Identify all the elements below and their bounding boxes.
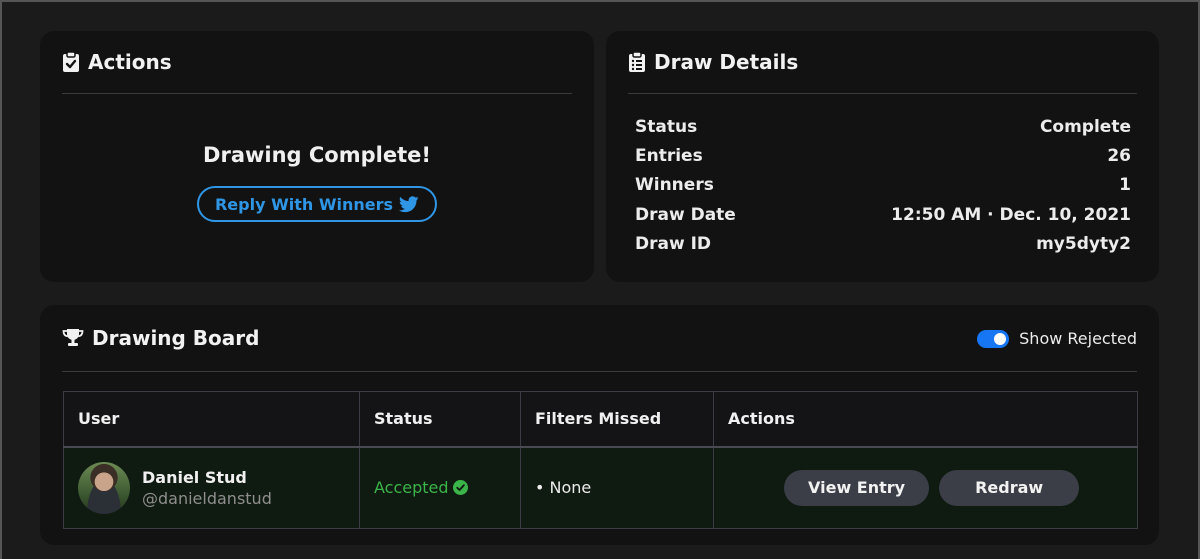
column-header-actions: Actions: [713, 391, 1138, 448]
reply-with-winners-button[interactable]: Reply With Winners: [197, 186, 437, 222]
user-cell: Daniel Stud @danieldanstud: [63, 446, 360, 529]
drawing-complete-message: Drawing Complete!: [203, 143, 431, 167]
detail-row-winners: Winners 1: [635, 173, 1131, 197]
detail-value: 26: [1107, 146, 1131, 166]
column-header-user: User: [63, 391, 360, 448]
show-rejected-label: Show Rejected: [1019, 329, 1137, 348]
detail-row-draw-id: Draw ID my5dyty2: [635, 232, 1131, 256]
table-row: Daniel Stud @danieldanstud Accepted • No…: [63, 446, 1138, 529]
detail-label: Draw Date: [635, 205, 736, 225]
details-title: Draw Details: [654, 50, 799, 74]
board-title: Drawing Board: [92, 326, 260, 350]
actions-header: Actions: [62, 31, 572, 94]
column-header-status: Status: [359, 391, 521, 448]
detail-label: Status: [635, 117, 698, 137]
show-rejected-control: Show Rejected: [977, 329, 1137, 348]
actions-title: Actions: [88, 50, 172, 74]
filters-missed-cell: • None: [520, 446, 714, 529]
detail-row-draw-date: Draw Date 12:50 AM · Dec. 10, 2021: [635, 203, 1131, 227]
trophy-icon: [62, 328, 84, 348]
status-badge: Accepted: [374, 478, 520, 497]
status-cell: Accepted: [359, 446, 521, 529]
user-name: Daniel Stud: [142, 467, 247, 487]
board-header: Drawing Board: [62, 305, 1137, 372]
detail-value: Complete: [1039, 117, 1131, 137]
column-header-filters-missed: Filters Missed: [520, 391, 714, 448]
avatar[interactable]: [78, 461, 130, 514]
clipboard-list-icon: [628, 51, 646, 73]
view-entry-button[interactable]: View Entry: [784, 469, 930, 506]
actions-cell: View Entry Redraw: [713, 446, 1138, 529]
detail-row-entries: Entries 26: [635, 144, 1131, 168]
detail-row-status: Status Complete: [635, 115, 1131, 139]
draw-details-card: Draw Details Status Complete Entries 26 …: [606, 31, 1159, 282]
status-text: Accepted: [374, 478, 449, 498]
detail-value: my5dyty2: [1036, 234, 1131, 254]
check-circle-icon: [452, 480, 468, 496]
drawing-board-card: Drawing Board Show Rejected User Status …: [40, 305, 1159, 545]
redraw-button[interactable]: Redraw: [939, 469, 1080, 506]
detail-label: Entries: [635, 146, 703, 166]
twitter-icon: [399, 195, 419, 213]
detail-label: Draw ID: [635, 234, 712, 254]
clipboard-check-icon: [62, 51, 80, 73]
actions-card: Actions Drawing Complete! Reply With Win…: [40, 31, 594, 282]
detail-label: Winners: [635, 175, 714, 195]
details-header: Draw Details: [628, 31, 1137, 94]
table-header-row: User Status Filters Missed Actions: [63, 391, 1138, 448]
user-handle[interactable]: @danieldanstud: [142, 489, 272, 508]
drawing-board-table: User Status Filters Missed Actions Danie…: [63, 391, 1138, 529]
reply-button-label: Reply With Winners: [214, 194, 394, 214]
show-rejected-toggle[interactable]: [977, 329, 1010, 348]
detail-value: 12:50 AM · Dec. 10, 2021: [891, 205, 1131, 225]
detail-value: 1: [1119, 175, 1131, 195]
